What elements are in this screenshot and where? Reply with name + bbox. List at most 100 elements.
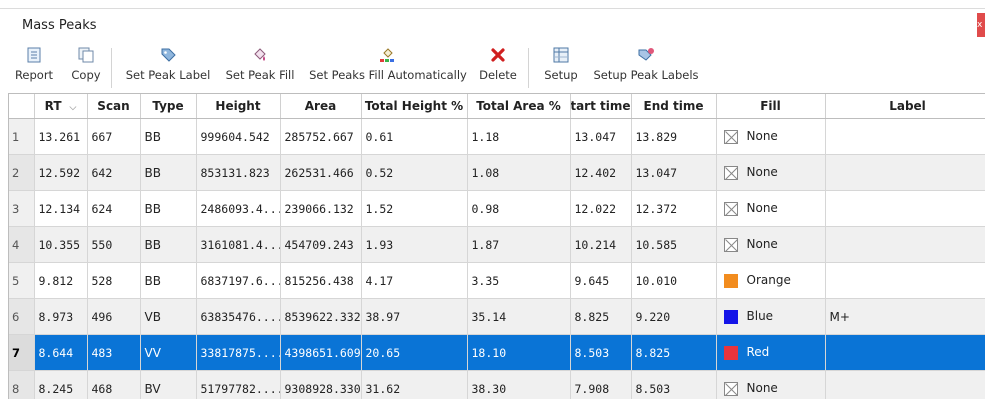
cell-scan[interactable]: 624 (87, 190, 141, 227)
cell-rt[interactable]: 8.973 (34, 298, 88, 335)
cell-area[interactable]: 8539622.332 (280, 298, 362, 335)
copy-button[interactable]: Copy (68, 43, 104, 91)
cell-scan[interactable]: 496 (87, 298, 141, 335)
cell-height[interactable]: 63835476.... (196, 298, 281, 335)
cell-total-height[interactable]: 1.93 (361, 226, 468, 263)
cell-type[interactable]: BB (140, 262, 197, 299)
cell-area[interactable]: 4398651.609 (280, 334, 362, 371)
table-row[interactable]: 7 8.644 483 VV 33817875.... 4398651.609 20.65 1… (9, 334, 985, 371)
cell-label[interactable]: M+ (825, 298, 985, 335)
cell-rt[interactable]: 13.261 (34, 118, 88, 155)
cell-area[interactable]: 285752.667 (280, 118, 362, 155)
row-number[interactable]: 8 (9, 370, 35, 400)
cell-label[interactable] (825, 370, 985, 400)
cell-end-time[interactable]: 8.825 (631, 334, 717, 371)
cell-rt[interactable]: 9.812 (34, 262, 88, 299)
cell-total-area[interactable]: 35.14 (467, 298, 571, 335)
cell-start-time[interactable]: 13.047 (570, 118, 632, 155)
cell-total-height[interactable]: 20.65 (361, 334, 468, 371)
cell-fill[interactable]: Blue (716, 298, 826, 335)
cell-label[interactable] (825, 190, 985, 227)
cell-scan[interactable]: 468 (87, 370, 141, 400)
table-row[interactable]: 1 13.261 667 BB 999604.542 285752.667 0.61 1.18… (9, 118, 985, 155)
cell-end-time[interactable]: 13.047 (631, 154, 717, 191)
cell-type[interactable]: BB (140, 154, 197, 191)
cell-end-time[interactable]: 8.503 (631, 370, 717, 400)
row-number[interactable]: 7 (9, 334, 35, 371)
cell-scan[interactable]: 528 (87, 262, 141, 299)
cell-type[interactable]: VV (140, 334, 197, 371)
table-row[interactable]: 4 10.355 550 BB 3161081.4... 454709.243 1.93 1.… (9, 226, 985, 263)
cell-label[interactable] (825, 262, 985, 299)
cell-fill[interactable]: Orange (716, 262, 826, 299)
cell-scan[interactable]: 667 (87, 118, 141, 155)
cell-total-height[interactable]: 1.52 (361, 190, 468, 227)
cell-start-time[interactable]: 12.402 (570, 154, 632, 191)
cell-area[interactable]: 9308928.330 (280, 370, 362, 400)
cell-total-area[interactable]: 3.35 (467, 262, 571, 299)
cell-height[interactable]: 2486093.4... (196, 190, 281, 227)
cell-total-height[interactable]: 0.52 (361, 154, 468, 191)
cell-scan[interactable]: 642 (87, 154, 141, 191)
cell-type[interactable]: BB (140, 226, 197, 263)
table-row[interactable]: 8 8.245 468 BV 51797782.... 9308928.330 31.62 3… (9, 370, 985, 400)
cell-total-area[interactable]: 1.08 (467, 154, 571, 191)
cell-type[interactable]: BV (140, 370, 197, 400)
column-header-area[interactable]: Area (280, 94, 362, 119)
cell-height[interactable]: 999604.542 (196, 118, 281, 155)
table-row[interactable]: 3 12.134 624 BB 2486093.4... 239066.132 1.52 0.… (9, 190, 985, 227)
set-peak-fill-button[interactable]: Set Peak Fill (221, 43, 299, 91)
cell-label[interactable] (825, 154, 985, 191)
cell-rt[interactable]: 12.134 (34, 190, 88, 227)
cell-start-time[interactable]: 12.022 (570, 190, 632, 227)
column-header-height[interactable]: Height (196, 94, 281, 119)
cell-height[interactable]: 6837197.6... (196, 262, 281, 299)
cell-total-area[interactable]: 38.30 (467, 370, 571, 400)
cell-height[interactable]: 853131.823 (196, 154, 281, 191)
delete-button[interactable]: Delete (474, 43, 522, 91)
cell-total-height[interactable]: 0.61 (361, 118, 468, 155)
cell-total-area[interactable]: 0.98 (467, 190, 571, 227)
table-row[interactable]: 2 12.592 642 BB 853131.823 262531.466 0.52 1.08… (9, 154, 985, 191)
set-peaks-fill-automatically-button[interactable]: Set Peaks Fill Automatically (305, 43, 471, 91)
cell-start-time[interactable]: 10.214 (570, 226, 632, 263)
cell-start-time[interactable]: 9.645 (570, 262, 632, 299)
cell-total-area[interactable]: 1.18 (467, 118, 571, 155)
cell-rt[interactable]: 8.245 (34, 370, 88, 400)
cell-type[interactable]: BB (140, 118, 197, 155)
report-button[interactable]: Report (12, 43, 56, 91)
row-number[interactable]: 4 (9, 226, 35, 263)
row-number[interactable]: 3 (9, 190, 35, 227)
column-header-total-height[interactable]: Total Height % (361, 94, 468, 119)
cell-rt[interactable]: 12.592 (34, 154, 88, 191)
column-header-type[interactable]: Type (140, 94, 197, 119)
row-number[interactable]: 5 (9, 262, 35, 299)
cell-label[interactable] (825, 334, 985, 371)
row-number[interactable]: 1 (9, 118, 35, 155)
cell-area[interactable]: 454709.243 (280, 226, 362, 263)
row-number[interactable]: 2 (9, 154, 35, 191)
cell-label[interactable] (825, 118, 985, 155)
table-row[interactable]: 5 9.812 528 BB 6837197.6... 815256.438 4.17 3.3… (9, 262, 985, 299)
cell-area[interactable]: 262531.466 (280, 154, 362, 191)
cell-scan[interactable]: 550 (87, 226, 141, 263)
cell-end-time[interactable]: 9.220 (631, 298, 717, 335)
column-header-end-time[interactable]: End time (631, 94, 717, 119)
cell-end-time[interactable]: 10.585 (631, 226, 717, 263)
column-header-scan[interactable]: Scan (87, 94, 141, 119)
column-header-label[interactable]: Label (825, 94, 985, 119)
column-header-fill[interactable]: Fill (716, 94, 826, 119)
cell-rt[interactable]: 10.355 (34, 226, 88, 263)
close-icon[interactable]: x (977, 13, 985, 37)
cell-start-time[interactable]: 7.908 (570, 370, 632, 400)
cell-type[interactable]: VB (140, 298, 197, 335)
cell-total-area[interactable]: 18.10 (467, 334, 571, 371)
set-peak-label-button[interactable]: Set Peak Label (119, 43, 217, 91)
cell-total-area[interactable]: 1.87 (467, 226, 571, 263)
cell-area[interactable]: 815256.438 (280, 262, 362, 299)
cell-start-time[interactable]: 8.825 (570, 298, 632, 335)
row-number[interactable]: 6 (9, 298, 35, 335)
cell-fill[interactable]: None (716, 190, 826, 227)
setup-peak-labels-button[interactable]: Setup Peak Labels (588, 43, 704, 91)
cell-height[interactable]: 51797782.... (196, 370, 281, 400)
